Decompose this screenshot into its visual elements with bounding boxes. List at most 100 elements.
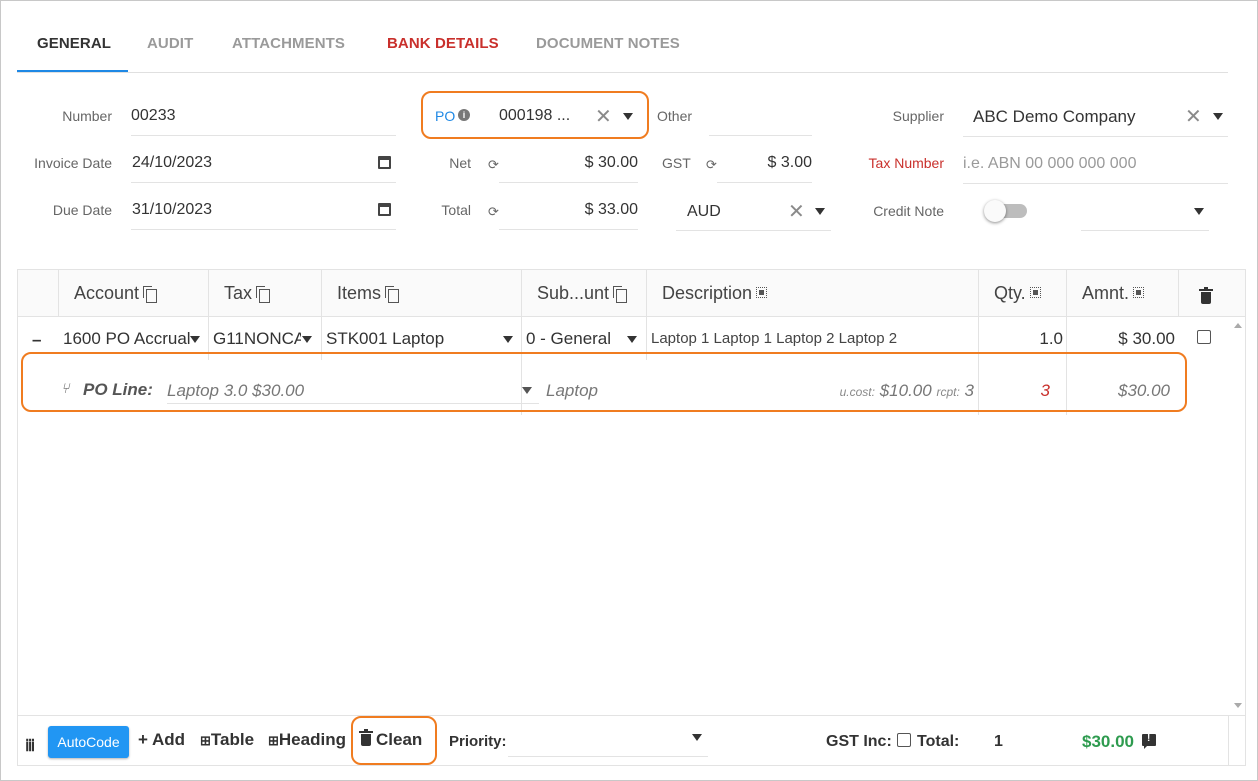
subaccount-dropdown-icon[interactable] (627, 336, 637, 343)
copy-icon[interactable] (256, 286, 271, 303)
po-line-amount: $30.00 (1118, 381, 1170, 400)
supplier-dropdown-icon[interactable] (1213, 113, 1223, 120)
active-tab-indicator (17, 70, 128, 72)
select-all-icon[interactable] (756, 287, 768, 298)
account-cell[interactable]: 1600 PO Accrual (63, 329, 190, 349)
line-items-grid: Account Tax Items Sub...unt Description … (17, 269, 1246, 766)
header-items[interactable]: Items (337, 283, 400, 304)
clean-button-label: Clean (376, 730, 423, 749)
tab-bank-details[interactable]: BANK DETAILS (387, 35, 499, 52)
po-line-select[interactable]: Laptop 3.0 $30.00 (167, 381, 304, 401)
trash-icon (359, 729, 373, 746)
currency-dropdown-icon[interactable] (815, 208, 825, 215)
table-icon: ⊞ (200, 733, 211, 748)
po-select[interactable]: 000198 ... (499, 107, 570, 125)
clear-currency-icon[interactable]: ✕ (788, 202, 805, 222)
ucost-label: u.cost: (839, 385, 875, 399)
tab-bar: GENERAL AUDIT ATTACHMENTS BANK DETAILS D… (17, 21, 1228, 73)
po-dropdown-icon[interactable] (623, 113, 633, 120)
header-tax[interactable]: Tax (224, 283, 271, 304)
tax-number-underline (963, 183, 1228, 184)
tab-audit[interactable]: AUDIT (147, 35, 193, 52)
header-subaccount-label: Sub...unt (537, 283, 610, 303)
line-count: 1 (994, 733, 1003, 750)
items-cell[interactable]: STK001 Laptop (326, 329, 496, 349)
gst-input[interactable]: $ 3.00 (717, 154, 812, 172)
grid-scrollbar[interactable] (1230, 317, 1245, 715)
clear-po-icon[interactable]: ✕ (595, 107, 612, 127)
header-qty[interactable]: Qty. (994, 283, 1041, 304)
invoice-date-label: Invoice Date (34, 155, 112, 171)
po-line-receipt-info: u.cost: $10.00 rcpt: 3 (778, 381, 974, 401)
scroll-up-icon[interactable] (1234, 323, 1242, 328)
collapse-row-button[interactable]: – (32, 330, 41, 350)
net-input[interactable]: $ 30.00 (499, 154, 638, 172)
refresh-gst-icon[interactable]: ⟳ (706, 157, 717, 173)
tax-number-input[interactable]: i.e. ABN 00 000 000 000 (963, 155, 1136, 173)
select-all-icon[interactable] (1133, 287, 1145, 298)
priority-label: Priority: (449, 733, 507, 750)
tab-document-notes[interactable]: DOCUMENT NOTES (536, 35, 680, 52)
priority-dropdown-icon[interactable] (692, 734, 702, 741)
items-dropdown-icon[interactable] (503, 336, 513, 343)
merge-icon: ⑂ (61, 380, 70, 396)
other-underline[interactable] (709, 135, 812, 136)
clean-button[interactable]: Clean (359, 729, 423, 750)
heading-button[interactable]: ⊞Heading (268, 730, 346, 750)
po-line-dropdown-icon[interactable] (522, 387, 532, 394)
add-button[interactable]: + Add (138, 730, 185, 750)
subaccount-cell[interactable]: 0 - General (526, 329, 626, 349)
grid-header: Account Tax Items Sub...unt Description … (18, 270, 1245, 317)
calendar-icon[interactable] (378, 156, 391, 169)
tab-attachments[interactable]: ATTACHMENTS (232, 35, 345, 52)
currency-underline (676, 230, 831, 231)
info-icon[interactable]: i (458, 109, 470, 121)
number-underline (131, 135, 396, 136)
tab-general[interactable]: GENERAL (37, 35, 111, 52)
po-line-underline (167, 403, 539, 404)
gst-label: GST (662, 155, 691, 171)
col-divider (646, 270, 647, 360)
select-all-icon[interactable] (1029, 287, 1041, 298)
account-dropdown-icon[interactable] (190, 336, 200, 343)
credit-note-toggle-knob[interactable] (984, 200, 1006, 222)
calendar-icon[interactable] (378, 203, 391, 216)
copy-icon[interactable] (143, 286, 158, 303)
qty-cell[interactable]: 1.0 (984, 329, 1063, 349)
columns-icon[interactable]: ⅲ (25, 736, 35, 756)
priority-select[interactable] (508, 756, 708, 757)
po-label: PO (435, 108, 456, 124)
description-cell[interactable]: Laptop 1 Laptop 1 Laptop 2 Laptop 2 (651, 330, 973, 347)
invoice-date-input[interactable]: 24/10/2023 (132, 154, 212, 172)
total-input[interactable]: $ 33.00 (499, 201, 638, 219)
header-amount[interactable]: Amnt. (1082, 283, 1145, 304)
scroll-down-icon[interactable] (1234, 703, 1242, 708)
copy-icon[interactable] (385, 286, 400, 303)
refresh-net-icon[interactable]: ⟳ (488, 157, 499, 173)
comment-icon[interactable] (1142, 733, 1156, 749)
gst-inc-checkbox[interactable] (897, 733, 911, 747)
gst-underline (717, 182, 812, 183)
other-label: Other (657, 108, 693, 124)
header-description[interactable]: Description (662, 283, 768, 304)
table-button[interactable]: ⊞Table (200, 730, 254, 750)
delete-all-icon[interactable] (1199, 287, 1213, 304)
currency-select[interactable]: AUD (687, 203, 721, 221)
row-select-checkbox[interactable] (1197, 330, 1211, 344)
clear-supplier-icon[interactable]: ✕ (1185, 107, 1202, 127)
autocode-button[interactable]: AutoCode (48, 726, 129, 758)
credit-note-select-underline[interactable] (1081, 230, 1209, 231)
header-account[interactable]: Account (74, 283, 158, 304)
supplier-select[interactable]: ABC Demo Company (973, 107, 1136, 127)
gst-inc-label: GST Inc: (826, 733, 892, 750)
header-subaccount[interactable]: Sub...unt (537, 283, 628, 304)
copy-icon[interactable] (613, 286, 628, 303)
credit-note-dropdown-icon[interactable] (1194, 208, 1204, 215)
amount-cell[interactable]: $ 30.00 (1072, 329, 1175, 349)
tax-dropdown-icon[interactable] (302, 336, 312, 343)
due-date-input[interactable]: 31/10/2023 (132, 201, 212, 219)
refresh-total-icon[interactable]: ⟳ (488, 204, 499, 220)
number-input[interactable]: 00233 (131, 107, 176, 125)
header-account-label: Account (74, 283, 140, 303)
tax-cell[interactable]: G11NONCAP (213, 329, 301, 349)
